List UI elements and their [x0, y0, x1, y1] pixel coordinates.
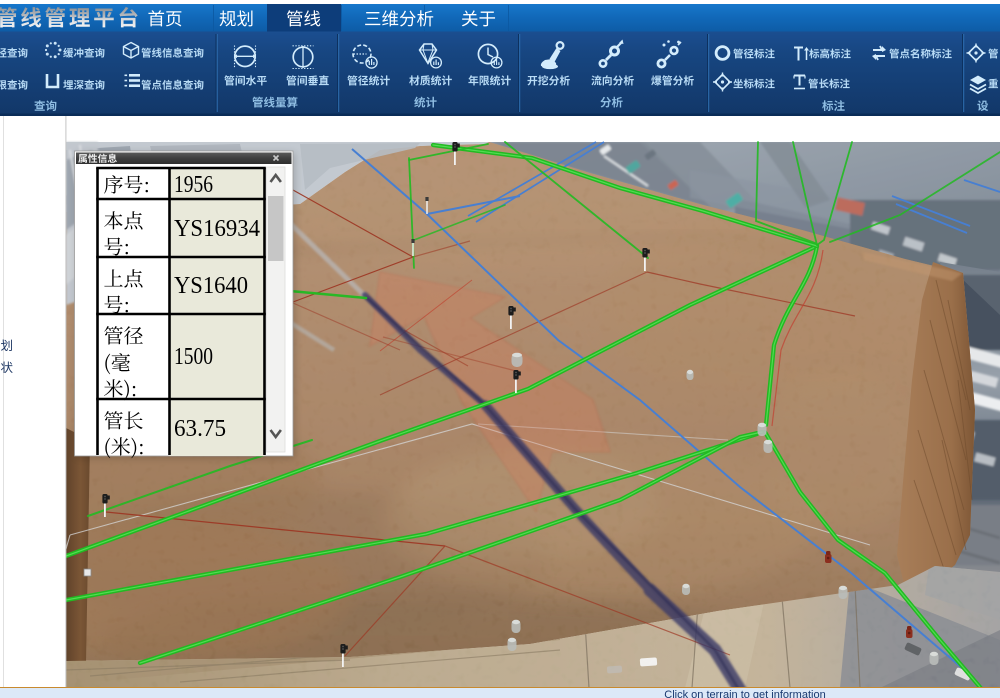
svg-text:YS16934: YS16934	[174, 216, 260, 242]
svg-text:63.75: 63.75	[174, 416, 226, 442]
svg-text:YS1640: YS1640	[174, 273, 248, 299]
svg-text:1500: 1500	[174, 344, 213, 370]
svg-text:1956: 1956	[174, 172, 213, 198]
svg-text:Click on terrain to get inform: Click on terrain to get information	[664, 689, 825, 698]
